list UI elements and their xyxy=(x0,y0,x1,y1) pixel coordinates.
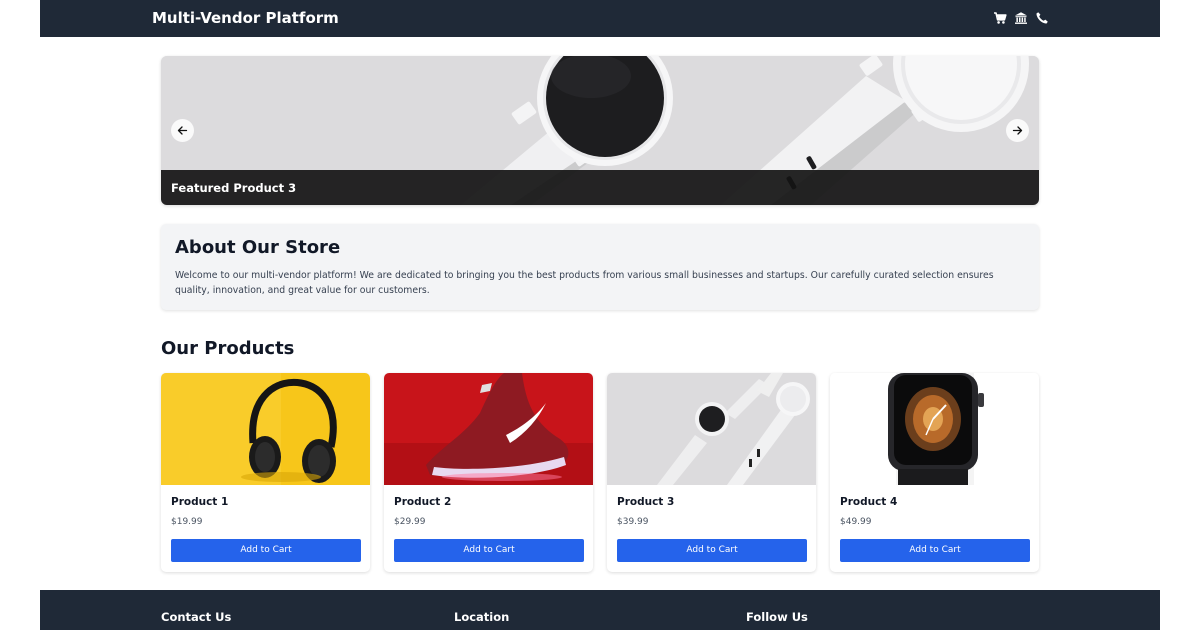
footer-heading-location: Location xyxy=(454,610,510,624)
product-card[interactable]: Product 4 $49.99 Add to Cart xyxy=(830,373,1039,572)
add-to-cart-button[interactable]: Add to Cart xyxy=(394,539,584,562)
nav-icons xyxy=(993,11,1049,25)
add-to-cart-button[interactable]: Add to Cart xyxy=(617,539,807,562)
footer: Contact Us Location Follow Us xyxy=(40,590,1160,630)
add-to-cart-button[interactable]: Add to Cart xyxy=(840,539,1030,562)
about-title: About Our Store xyxy=(175,237,341,258)
product-card[interactable]: Product 3 $39.99 Add to Cart xyxy=(607,373,816,572)
product-price: $29.99 xyxy=(394,517,426,527)
footer-heading-contact: Contact Us xyxy=(161,610,232,624)
product-card[interactable]: Product 1 $19.99 Add to Cart xyxy=(161,373,370,572)
carousel-prev-button[interactable] xyxy=(171,119,194,142)
add-to-cart-button[interactable]: Add to Cart xyxy=(171,539,361,562)
product-name[interactable]: Product 2 xyxy=(394,496,451,508)
products-title: Our Products xyxy=(161,338,295,359)
phone-icon[interactable] xyxy=(1035,11,1049,25)
carousel-caption-text: Featured Product 3 xyxy=(171,181,297,195)
page: Multi-Vendor Platform Featured Product 3… xyxy=(40,0,1160,630)
product-grid: Product 1 $19.99 Add to Cart Product 2 $… xyxy=(161,373,1039,573)
arrow-right-icon xyxy=(1012,126,1023,135)
about-text: Welcome to our multi-vendor platform! We… xyxy=(175,270,994,296)
product-image-sneaker[interactable] xyxy=(384,373,593,485)
top-navbar: Multi-Vendor Platform xyxy=(40,0,1160,37)
product-image-smartwatch[interactable] xyxy=(830,373,1039,485)
cart-icon[interactable] xyxy=(993,11,1007,25)
product-price: $19.99 xyxy=(171,517,203,527)
product-image-watches[interactable] xyxy=(607,373,816,485)
carousel-caption: Featured Product 3 xyxy=(161,170,1039,205)
arrow-left-icon xyxy=(177,126,188,135)
bank-icon[interactable] xyxy=(1014,11,1028,25)
featured-carousel[interactable]: Featured Product 3 xyxy=(161,56,1039,205)
footer-heading-follow: Follow Us xyxy=(746,610,808,624)
product-price: $49.99 xyxy=(840,517,872,527)
product-name[interactable]: Product 4 xyxy=(840,496,897,508)
product-price: $39.99 xyxy=(617,517,649,527)
product-image-headphones[interactable] xyxy=(161,373,370,485)
carousel-next-button[interactable] xyxy=(1006,119,1029,142)
brand-title[interactable]: Multi-Vendor Platform xyxy=(152,9,339,27)
about-section: About Our Store Welcome to our multi-ven… xyxy=(161,224,1039,310)
product-name[interactable]: Product 3 xyxy=(617,496,674,508)
product-name[interactable]: Product 1 xyxy=(171,496,228,508)
product-card[interactable]: Product 2 $29.99 Add to Cart xyxy=(384,373,593,572)
